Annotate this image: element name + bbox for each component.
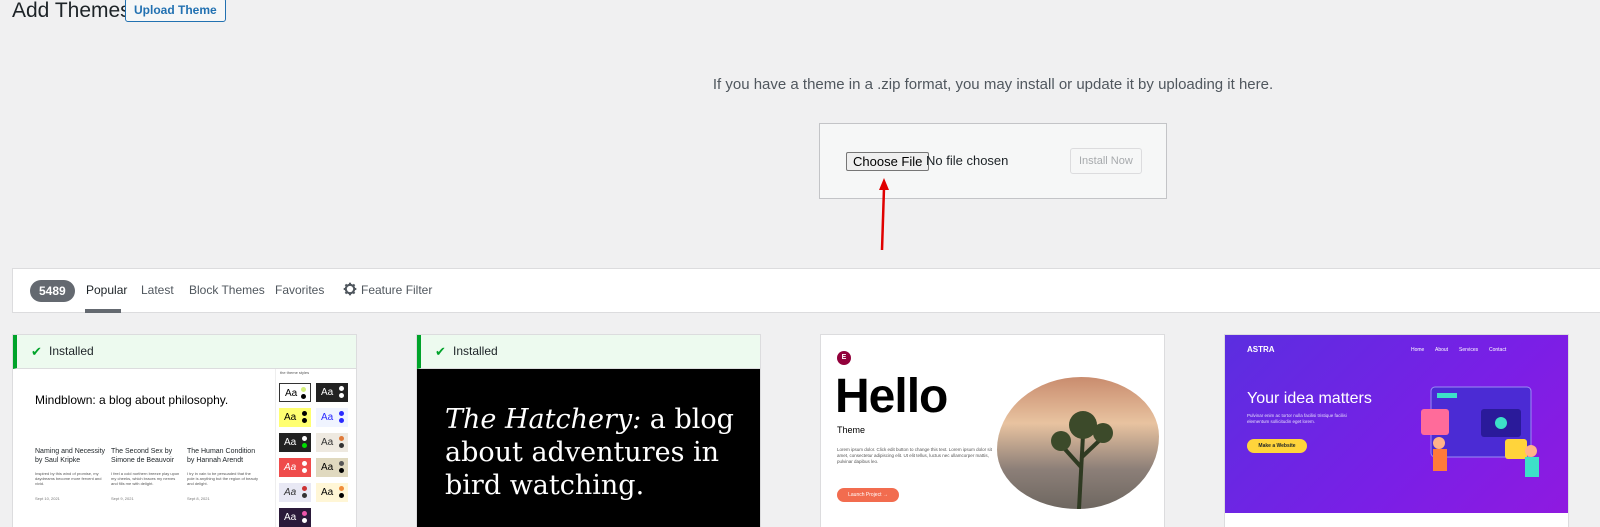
preview-body-text: Pulvinar enim ac tortor nulla facilisi t… <box>1247 413 1347 424</box>
preview-nav-item: Services <box>1459 347 1479 353</box>
preview-nav-item: Home <box>1411 347 1425 353</box>
upload-theme-button[interactable]: Upload Theme <box>125 0 226 22</box>
installed-label: Installed <box>453 344 498 358</box>
astra-logo: ASTRA <box>1247 345 1275 354</box>
style-swatches: the theme styles Aa Aa Aa Aa Aa Aa Aa Aa… <box>275 369 356 527</box>
tab-block-themes[interactable]: Block Themes <box>189 282 265 298</box>
checkmark-icon: ✔ <box>31 344 42 359</box>
preview-cactus-image <box>997 377 1159 509</box>
installed-notice: ✔ Installed <box>13 335 356 369</box>
page-title: Add Themes <box>12 0 131 22</box>
style-swatch: Aa <box>316 458 348 477</box>
installed-label: Installed <box>49 344 94 358</box>
style-swatch: Aa <box>279 433 311 452</box>
preview-body-text: Lorem ipsum dolor. Click edit button to … <box>837 447 992 464</box>
annotation-arrow-icon <box>879 178 889 251</box>
tab-latest[interactable]: Latest <box>141 282 174 298</box>
install-now-button[interactable]: Install Now <box>1070 148 1142 174</box>
preview-post: The Second Sex by Simone de Beauvoir I f… <box>111 448 180 501</box>
theme-preview: The Hatchery: a blog about adventures in… <box>417 369 760 527</box>
preview-post: The Human Condition by Hannah Arendt I t… <box>187 448 258 501</box>
elementor-logo-icon: E <box>837 351 851 365</box>
style-swatch: Aa <box>316 383 348 402</box>
preview-post: Naming and Necessity by Saul Kripke Insp… <box>35 448 106 501</box>
preview-title: Mindblown: a blog about philosophy. <box>35 393 229 407</box>
theme-filter-bar: 5489 Popular Latest Block Themes Favorit… <box>12 268 1600 313</box>
preview-nav-item: About <box>1435 347 1449 353</box>
style-swatch: Aa <box>316 408 348 427</box>
checkmark-icon: ✔ <box>435 344 446 359</box>
style-swatch: Aa <box>279 483 311 502</box>
gear-icon[interactable] <box>343 282 357 296</box>
theme-count-badge: 5489 <box>30 280 75 302</box>
theme-card-hello[interactable]: E Hello Theme Lorem ipsum dolor. Click e… <box>820 334 1165 527</box>
file-status-text: No file chosen <box>926 153 1009 168</box>
active-tab-indicator <box>85 309 121 313</box>
preview-nav-item: Contact <box>1489 347 1507 353</box>
theme-card-twentytwentytwo[interactable]: ✔ Installed Mindblown: a blog about phil… <box>12 334 357 527</box>
upload-help-text: If you have a theme in a .zip format, yo… <box>712 76 1274 93</box>
style-swatch: Aa <box>316 433 348 452</box>
preview-headline: Hello <box>835 370 948 423</box>
preview-cta-button: Make a Website <box>1247 439 1307 453</box>
style-swatch: Aa <box>279 458 311 477</box>
style-swatch: Aa <box>279 383 311 402</box>
preview-launch-button: Launch Project → <box>837 488 899 502</box>
preview-headline: Your idea matters <box>1247 390 1372 407</box>
tab-popular[interactable]: Popular <box>86 282 127 298</box>
style-swatch: Aa <box>279 408 311 427</box>
preview-illustration <box>1421 386 1539 477</box>
installed-notice: ✔ Installed <box>417 335 760 369</box>
style-swatch: Aa <box>279 508 311 527</box>
choose-file-button[interactable]: Choose File <box>846 152 930 171</box>
style-swatch: Aa <box>316 483 348 502</box>
preview-title: The Hatchery: a blog about adventures in… <box>445 404 734 501</box>
tab-favorites[interactable]: Favorites <box>275 282 324 298</box>
theme-card-the-hatchery[interactable]: ✔ Installed The Hatchery: a blog about a… <box>416 334 761 527</box>
preview-subtitle: Theme <box>837 425 866 435</box>
theme-card-astra[interactable]: ASTRA Home About Services Contact Your i… <box>1224 334 1569 527</box>
feature-filter-button[interactable]: Feature Filter <box>361 282 432 298</box>
